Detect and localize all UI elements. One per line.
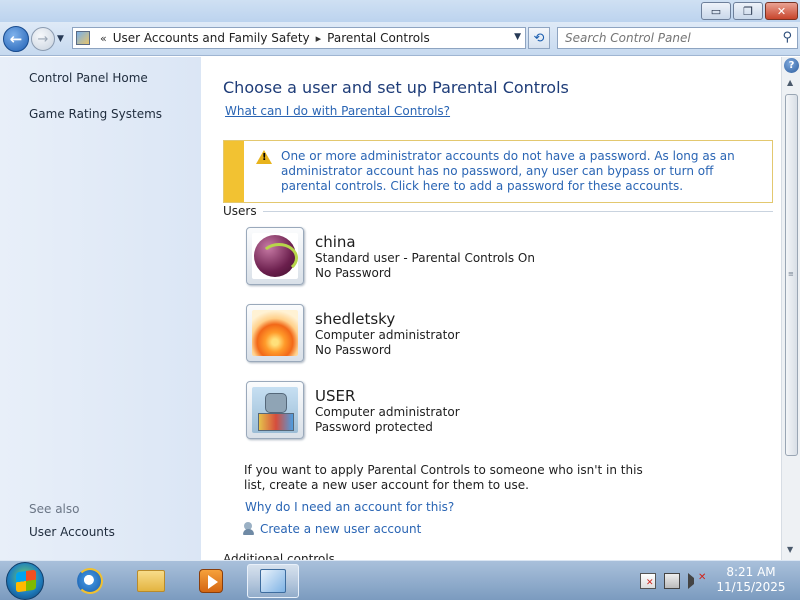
users-section-label: Users — [223, 204, 257, 218]
sidebar: Control Panel Home Game Rating Systems S… — [0, 57, 201, 560]
user-tile-user[interactable]: USER Computer administrator Password pro… — [246, 381, 566, 443]
vertical-scrollbar[interactable]: ? ▲ ≡ ▼ — [781, 57, 800, 560]
volume-muted-icon[interactable] — [688, 572, 706, 589]
sidebar-item-game-rating-systems[interactable]: Game Rating Systems — [29, 107, 162, 121]
maximize-button[interactable]: ❐ — [733, 2, 763, 20]
user-type: Standard user - Parental Controls On — [315, 251, 535, 265]
control-panel-icon — [260, 569, 286, 593]
close-icon: ✕ — [776, 4, 787, 18]
users-divider — [263, 211, 773, 212]
user-password-status: No Password — [315, 343, 392, 357]
forward-button[interactable]: → — [31, 27, 55, 51]
scroll-up-icon[interactable]: ▲ — [787, 78, 793, 87]
parental-controls-help-link[interactable]: What can I do with Parental Controls? — [225, 104, 450, 118]
create-user-account-link[interactable]: Create a new user account — [243, 522, 421, 536]
clock-date: 11/15/2025 — [716, 580, 786, 594]
start-button[interactable] — [6, 562, 44, 600]
maximize-icon: ❐ — [743, 4, 753, 18]
user-tile-china[interactable]: china Standard user - Parental Controls … — [246, 227, 566, 289]
see-also-heading: See also — [29, 502, 80, 516]
breadcrumb-user-accounts[interactable]: User Accounts and Family Safety — [113, 31, 310, 45]
flower-avatar-icon — [252, 310, 298, 356]
search-box[interactable]: ⚲ — [557, 27, 798, 49]
taskbar-control-panel[interactable] — [247, 564, 299, 598]
help-icon[interactable]: ? — [784, 58, 799, 73]
breadcrumb-separator-icon[interactable]: ▸ — [316, 32, 322, 45]
avatar[interactable] — [246, 304, 304, 362]
clock-time: 8:21 AM — [726, 565, 776, 579]
user-name[interactable]: shedletsky — [315, 310, 395, 328]
address-dropdown-icon[interactable]: ▼ — [514, 32, 521, 42]
media-player-icon — [199, 569, 223, 593]
back-icon: ← — [9, 30, 23, 48]
minimize-button[interactable]: ▭ — [701, 2, 731, 20]
create-user-account-label[interactable]: Create a new user account — [260, 522, 421, 536]
new-account-info-text: If you want to apply Parental Controls t… — [244, 463, 643, 492]
control-panel-icon — [76, 31, 90, 45]
folder-icon — [137, 570, 165, 592]
window-title-bar: ▭ ❐ ✕ — [0, 0, 800, 22]
robot-avatar-icon — [252, 387, 298, 433]
clock[interactable]: 8:21 AM 11/15/2025 — [716, 565, 786, 595]
refresh-icon: ⟲ — [533, 30, 545, 46]
users-icon — [243, 522, 258, 536]
page-title: Choose a user and set up Parental Contro… — [223, 78, 569, 97]
taskbar-windows-explorer[interactable] — [125, 564, 177, 598]
minimize-icon: ▭ — [710, 4, 722, 18]
windows-logo-icon — [16, 569, 36, 593]
ball-avatar-icon — [252, 233, 298, 279]
address-bar[interactable]: « User Accounts and Family Safety ▸ Pare… — [72, 27, 526, 49]
history-dropdown-icon[interactable]: ▼ — [57, 34, 64, 44]
scrollbar-grip-icon: ≡ — [788, 270, 794, 278]
password-warning-banner[interactable]: One or more administrator accounts do no… — [223, 140, 773, 203]
network-icon[interactable] — [664, 573, 680, 589]
breadcrumb-overflow[interactable]: « — [100, 32, 107, 45]
avatar[interactable] — [246, 381, 304, 439]
action-center-icon[interactable] — [640, 573, 656, 589]
sidebar-item-user-accounts[interactable]: User Accounts — [29, 525, 115, 539]
close-button[interactable]: ✕ — [765, 2, 798, 20]
taskbar: 8:21 AM 11/15/2025 — [0, 560, 800, 600]
system-tray — [640, 572, 706, 589]
user-type: Computer administrator — [315, 405, 460, 419]
main-content: Choose a user and set up Parental Contro… — [201, 57, 781, 560]
user-type: Computer administrator — [315, 328, 460, 342]
warning-icon — [256, 150, 272, 164]
warning-stripe — [224, 141, 244, 202]
user-name[interactable]: USER — [315, 387, 355, 405]
search-input[interactable] — [558, 28, 768, 48]
taskbar-media-player[interactable] — [185, 564, 237, 598]
back-button[interactable]: ← — [3, 26, 29, 52]
sidebar-item-control-panel-home[interactable]: Control Panel Home — [29, 71, 148, 85]
scroll-down-icon[interactable]: ▼ — [787, 545, 793, 554]
internet-explorer-icon — [77, 568, 103, 594]
breadcrumb-parental-controls[interactable]: Parental Controls — [327, 31, 430, 45]
user-tile-shedletsky[interactable]: shedletsky Computer administrator No Pas… — [246, 304, 566, 366]
search-icon[interactable]: ⚲ — [782, 30, 792, 45]
user-password-status: Password protected — [315, 420, 433, 434]
user-name[interactable]: china — [315, 233, 356, 251]
refresh-button[interactable]: ⟲ — [528, 27, 550, 49]
forward-icon: → — [37, 31, 49, 47]
user-password-status: No Password — [315, 266, 392, 280]
why-account-link[interactable]: Why do I need an account for this? — [245, 500, 454, 514]
password-warning-text[interactable]: One or more administrator accounts do no… — [281, 149, 761, 194]
taskbar-internet-explorer[interactable] — [64, 564, 116, 598]
additional-controls-heading: Additional controls — [223, 552, 335, 560]
avatar[interactable] — [246, 227, 304, 285]
